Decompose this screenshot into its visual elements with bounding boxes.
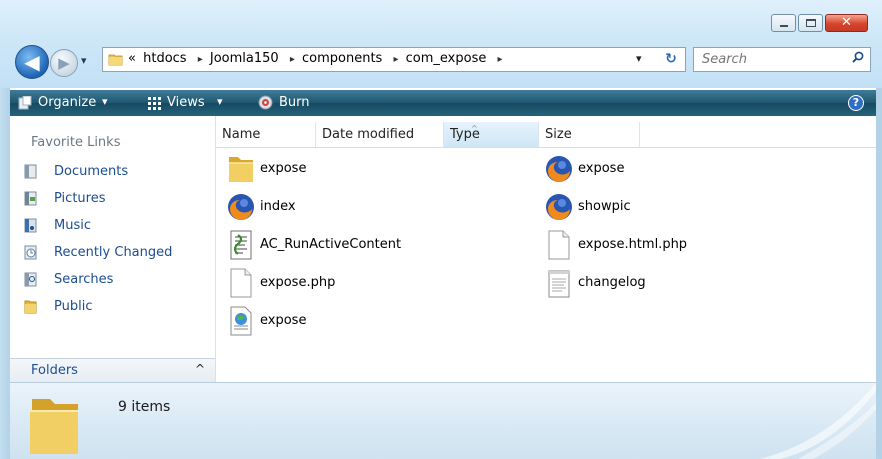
recent-pages-dropdown[interactable]: ▾ (81, 54, 87, 67)
breadcrumb-separator[interactable]: ▸ (198, 54, 203, 65)
organize-icon (18, 96, 32, 110)
breadcrumb-components[interactable]: components (302, 51, 382, 66)
file-name: index (260, 199, 296, 214)
window-frame-left (0, 88, 10, 459)
views-icon (148, 97, 161, 110)
search-input[interactable] (700, 51, 844, 68)
file-name: expose.php (260, 275, 336, 290)
firefox-icon (546, 156, 572, 182)
music-icon (24, 218, 37, 233)
chevron-down-icon: ▾ (102, 95, 108, 108)
sidebar-item-label: Public (54, 299, 93, 314)
sort-ascending-icon: ^ (471, 124, 478, 133)
title-bar: ✕ ◀ ▶ ▾ « htdocs ▸ Joomla150 ▸ component… (0, 0, 882, 88)
help-icon[interactable]: ? (848, 95, 864, 111)
firefox-icon (228, 194, 254, 220)
command-bar: Organize ▾ Views ▾ Burn ? (10, 90, 876, 116)
window-controls: ✕ (771, 14, 868, 32)
folder-icon (108, 54, 123, 66)
breadcrumb-separator[interactable]: ▸ (393, 54, 398, 65)
file-name: changelog (578, 275, 646, 290)
decorative-swoosh (759, 383, 876, 459)
close-icon: ✕ (841, 15, 852, 30)
file-name: expose (260, 313, 307, 328)
explorer-window: ✕ ◀ ▶ ▾ « htdocs ▸ Joomla150 ▸ component… (0, 0, 882, 459)
chevron-up-icon: ^ (194, 362, 205, 376)
forward-button[interactable]: ▶ (50, 49, 78, 77)
file-name: expose (260, 161, 307, 176)
folder-icon (24, 300, 37, 314)
search-field[interactable] (693, 47, 871, 72)
breadcrumb: « htdocs ▸ Joomla150 ▸ components ▸ com_… (128, 51, 506, 66)
item-count: 9 items (118, 399, 171, 415)
close-button[interactable]: ✕ (825, 14, 868, 32)
sidebar-item-label: Pictures (54, 191, 106, 206)
column-header-date-modified[interactable]: Date modified (316, 122, 444, 147)
blank-file-icon (548, 230, 570, 260)
burn-label: Burn (279, 95, 310, 110)
pictures-icon (24, 191, 37, 206)
documents-icon (24, 164, 37, 179)
file-name: expose.html.php (578, 237, 688, 252)
breadcrumb-com-expose[interactable]: com_expose (406, 51, 487, 66)
breadcrumb-overflow[interactable]: « (128, 51, 136, 66)
views-label: Views (167, 95, 205, 110)
search-icon[interactable] (852, 51, 864, 63)
recently-changed-icon (24, 245, 37, 260)
blank-file-icon (230, 268, 252, 298)
sidebar-item-label: Recently Changed (54, 245, 173, 260)
minimize-icon (780, 25, 788, 27)
column-header-row: Name Date modified ^ Type Size (216, 122, 876, 148)
column-header-name[interactable]: Name (216, 122, 316, 147)
script-icon (230, 230, 252, 260)
favorite-links-title: Favorite Links (31, 135, 121, 150)
navigation-pane: Favorite Links Documents Pictures Music … (10, 116, 216, 382)
folders-toggle[interactable]: Folders ^ (10, 358, 215, 384)
file-name: showpic (578, 199, 631, 214)
text-file-icon (548, 270, 570, 298)
details-pane: 9 items (10, 382, 876, 459)
chevron-down-icon: ▾ (217, 95, 223, 108)
breadcrumb-separator[interactable]: ▸ (498, 54, 503, 65)
searches-icon (24, 272, 37, 287)
firefox-icon (546, 194, 572, 220)
file-list: Name Date modified ^ Type Size expose in… (216, 122, 876, 382)
window-frame-right (876, 88, 882, 459)
burn-icon (258, 95, 273, 110)
refresh-button[interactable]: ↻ (658, 48, 684, 70)
column-header-type[interactable]: ^ Type (444, 122, 539, 147)
file-name: expose (578, 161, 625, 176)
sidebar-item-label: Music (54, 218, 91, 233)
sidebar-item-label: Documents (54, 164, 129, 179)
breadcrumb-joomla150[interactable]: Joomla150 (210, 51, 279, 66)
breadcrumb-htdocs[interactable]: htdocs (143, 51, 186, 66)
file-name: AC_RunActiveContent (260, 237, 402, 252)
breadcrumb-separator[interactable]: ▸ (290, 54, 295, 65)
address-history-dropdown[interactable]: ▾ (636, 52, 642, 65)
column-header-size[interactable]: Size (539, 122, 640, 147)
minimize-button[interactable] (771, 14, 796, 32)
folder-icon (30, 399, 78, 454)
maximize-button[interactable] (798, 14, 823, 32)
folder-icon (229, 157, 253, 182)
organize-label: Organize (38, 95, 97, 110)
maximize-icon (806, 19, 816, 27)
folders-label: Folders (31, 363, 78, 378)
web-document-icon (230, 306, 252, 336)
sidebar-item-label: Searches (54, 272, 114, 287)
address-bar[interactable]: « htdocs ▸ Joomla150 ▸ components ▸ com_… (102, 47, 686, 72)
back-button[interactable]: ◀ (15, 45, 49, 79)
